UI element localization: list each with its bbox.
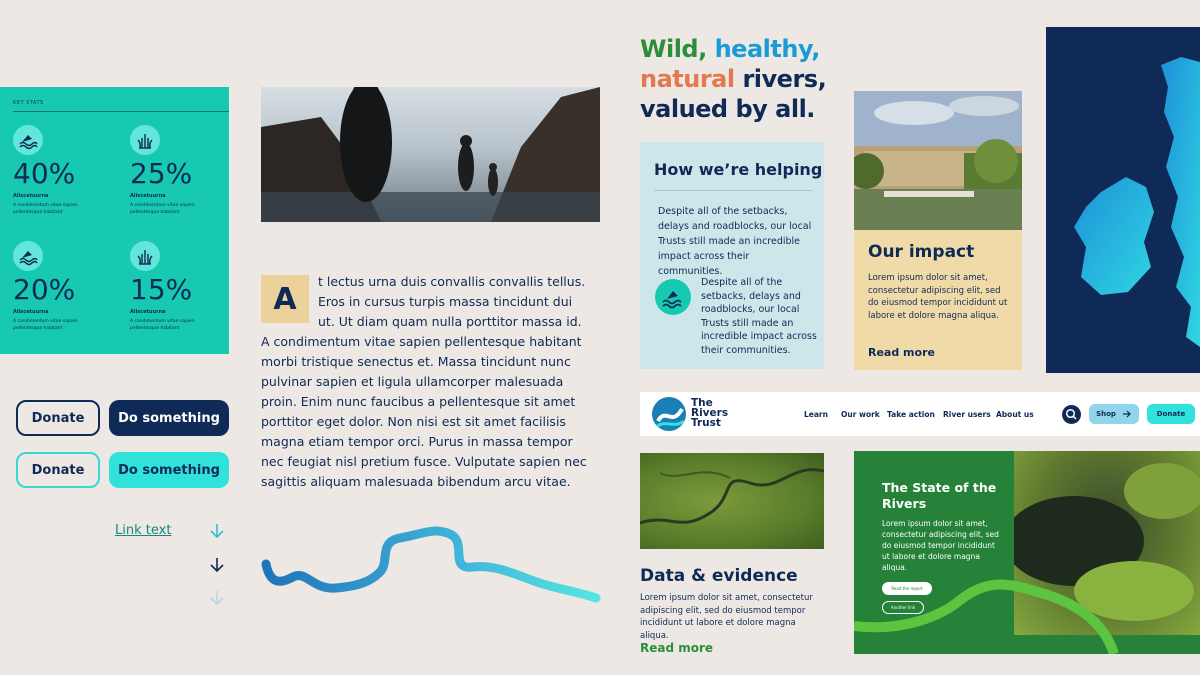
reed-plant-icon bbox=[130, 125, 160, 155]
nav-item-learn[interactable]: Learn bbox=[804, 410, 828, 419]
stat-label: Aliscetuurna bbox=[13, 193, 49, 199]
nav-item-take-action[interactable]: Take action bbox=[887, 410, 935, 419]
helping-card: How we’re helping Despite all of the set… bbox=[640, 142, 824, 369]
impact-card: Our impact Lorem ipsum dolor sit amet, c… bbox=[854, 230, 1022, 370]
wave-swimmer-icon bbox=[13, 241, 43, 271]
data-read-more-link[interactable]: Read more bbox=[640, 641, 713, 655]
stat-value: 15% bbox=[130, 273, 193, 306]
data-evidence-title: Data & evidence bbox=[640, 566, 798, 586]
text-link[interactable]: Link text bbox=[115, 523, 171, 538]
uk-ireland-map bbox=[1046, 27, 1200, 373]
arrow-down-icon[interactable] bbox=[207, 555, 227, 575]
arrow-right-icon bbox=[1122, 410, 1131, 418]
headline-word-valued: valued by all. bbox=[640, 95, 815, 123]
stats-header: KEY STATS bbox=[13, 100, 44, 106]
arrow-down-icon[interactable] bbox=[207, 521, 227, 541]
impact-text: Lorem ipsum dolor sit amet, consectetur … bbox=[868, 273, 1008, 321]
drop-cap: A bbox=[261, 275, 309, 323]
stat-description: A condimentum vitae sapien pellentesque … bbox=[130, 319, 195, 331]
data-evidence-text: Lorem ipsum dolor sit amet, consectetur … bbox=[640, 593, 813, 641]
read-report-button[interactable]: Read the report bbox=[882, 582, 932, 595]
headline-word-wild: Wild, bbox=[640, 35, 707, 63]
headline-word-rivers: rivers, bbox=[742, 65, 827, 93]
stat-description: A condimentum vitae sapien pellentesque … bbox=[13, 203, 78, 215]
helping-divider bbox=[654, 190, 812, 191]
impact-title: Our impact bbox=[868, 242, 975, 262]
stats-divider bbox=[13, 111, 229, 112]
donate-button-outline[interactable]: Donate bbox=[16, 400, 100, 436]
stat-description: A condimentum vitae sapien pellentesque … bbox=[130, 203, 195, 215]
stat-item: 20% Aliscetuurna A condimentum vitae sap… bbox=[13, 241, 113, 332]
helping-text-secondary: Despite all of the setbacks, delays and … bbox=[701, 277, 817, 356]
nav-donate-button[interactable]: Donate bbox=[1147, 404, 1195, 424]
donate-button-teal-outline[interactable]: Donate bbox=[16, 452, 100, 488]
stat-item: 15% Aliscetuurna A condimentum vitae sap… bbox=[130, 241, 230, 332]
wave-swimmer-icon bbox=[655, 279, 691, 315]
wave-swimmer-icon bbox=[13, 125, 43, 155]
stat-item: 40% Aliscetuurna A condimentum vitae sap… bbox=[13, 125, 113, 216]
article-intro-text: t lectus urna duis convallis convallis t… bbox=[318, 274, 586, 329]
brand-line: Trust bbox=[691, 417, 721, 429]
headline: Wild, healthy, natural rivers, valued by… bbox=[640, 34, 827, 124]
shop-label: Shop bbox=[1096, 410, 1116, 418]
headline-word-healthy: healthy, bbox=[714, 35, 821, 63]
state-of-rivers-banner: The State of the Rivers Lorem ipsum dolo… bbox=[854, 451, 1200, 654]
river-logo-icon[interactable] bbox=[652, 397, 686, 431]
stat-description: A condimentum vitae sapien pellentesque … bbox=[13, 319, 78, 331]
city-bridge-photo bbox=[854, 91, 1022, 230]
river-line-graphic bbox=[261, 526, 601, 603]
aerial-river-photo bbox=[640, 453, 824, 549]
headline-word-natural: natural bbox=[640, 65, 735, 93]
search-icon bbox=[1065, 408, 1077, 420]
site-nav-bar: The Rivers Trust Learn Our work Take act… bbox=[640, 392, 1200, 436]
helping-text: Despite all of the setbacks, delays and … bbox=[658, 206, 812, 277]
stat-label: Aliscetuurna bbox=[13, 309, 49, 315]
state-text: Lorem ipsum dolor sit amet, consectetur … bbox=[882, 519, 999, 572]
stat-value: 40% bbox=[13, 157, 76, 190]
stat-label: Aliscetuurna bbox=[130, 193, 166, 199]
state-title: The State of the Rivers bbox=[882, 480, 997, 511]
nav-item-river-users[interactable]: River users bbox=[943, 410, 991, 419]
stat-item: 25% Aliscetuurna A condimentum vitae sap… bbox=[130, 125, 230, 216]
reed-plant-icon bbox=[130, 241, 160, 271]
swimmers-photo bbox=[261, 87, 600, 222]
nav-item-about-us[interactable]: About us bbox=[996, 410, 1034, 419]
arrow-down-icon bbox=[210, 591, 224, 606]
brand-name: The Rivers Trust bbox=[691, 398, 728, 429]
stat-value: 20% bbox=[13, 273, 76, 306]
search-button[interactable] bbox=[1062, 405, 1081, 424]
stat-value: 25% bbox=[130, 157, 193, 190]
do-something-button-primary[interactable]: Do something bbox=[109, 400, 229, 436]
helping-title: How we’re helping bbox=[654, 160, 823, 179]
shop-button[interactable]: Shop bbox=[1089, 404, 1139, 424]
article-body-text: A condimentum vitae sapien pellentesque … bbox=[261, 334, 587, 489]
another-link-button[interactable]: Another link bbox=[882, 601, 924, 614]
do-something-button-teal[interactable]: Do something bbox=[109, 452, 229, 488]
nav-item-our-work[interactable]: Our work bbox=[841, 410, 880, 419]
key-stats-card: KEY STATS 40% Aliscetuurna A condimentum… bbox=[0, 87, 229, 354]
stat-label: Aliscetuurna bbox=[130, 309, 166, 315]
impact-read-more-link[interactable]: Read more bbox=[868, 346, 935, 359]
